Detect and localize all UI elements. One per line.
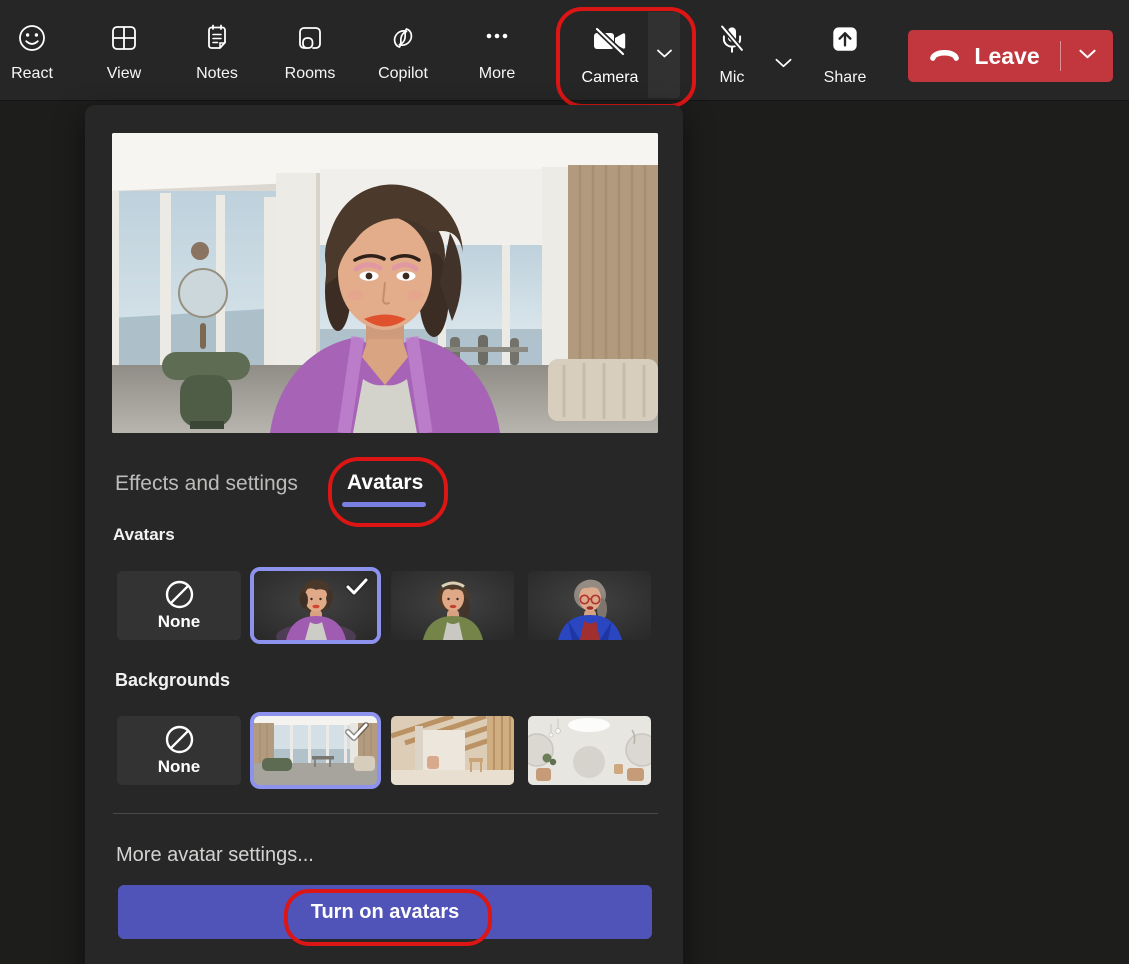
none-label: None xyxy=(157,612,201,631)
avatars-section-title: Avatars xyxy=(113,525,175,544)
notes-button[interactable]: Notes xyxy=(187,22,247,98)
tab-avatars[interactable]: Avatars xyxy=(347,471,423,495)
react-button[interactable]: React xyxy=(2,22,62,98)
react-smiley-icon xyxy=(16,22,48,59)
none-circle-slash-icon xyxy=(164,579,195,610)
rooms-label: Rooms xyxy=(284,65,336,82)
chevron-down-icon xyxy=(774,56,793,73)
hang-up-phone-icon xyxy=(928,43,961,70)
camera-dropdown-button[interactable] xyxy=(648,12,680,98)
turn-on-avatars-label: Turn on avatars xyxy=(310,900,460,923)
mic-label: Mic xyxy=(719,69,745,86)
view-label: View xyxy=(106,65,142,82)
more-label: More xyxy=(478,65,516,82)
share-arrow-up-icon xyxy=(827,22,863,63)
checkmark-icon xyxy=(344,721,370,747)
turn-on-avatars-button[interactable]: Turn on avatars xyxy=(118,885,652,939)
mic-muted-icon xyxy=(714,22,750,63)
background-option-selected[interactable] xyxy=(250,712,381,789)
avatar-video-preview xyxy=(112,133,658,433)
checkmark-icon xyxy=(344,576,370,602)
avatar-option-green[interactable] xyxy=(391,571,514,640)
rooms-button[interactable]: Rooms xyxy=(278,22,342,98)
copilot-icon xyxy=(387,22,419,59)
mic-button[interactable]: Mic xyxy=(704,22,760,98)
active-tab-underline xyxy=(342,502,426,507)
view-button[interactable]: View xyxy=(94,22,154,98)
leave-label: Leave xyxy=(974,42,1040,69)
avatar-option-blue[interactable] xyxy=(528,571,651,640)
none-circle-slash-icon xyxy=(164,724,195,755)
grid-view-icon xyxy=(108,22,140,59)
more-avatar-settings-link[interactable]: More avatar settings... xyxy=(116,844,314,867)
more-button[interactable]: More xyxy=(465,22,529,98)
ellipsis-icon xyxy=(481,22,513,59)
share-label: Share xyxy=(823,69,867,86)
backgrounds-section-title: Backgrounds xyxy=(115,670,231,690)
meeting-toolbar: React View Notes Rooms Copilot More Came… xyxy=(0,0,1129,108)
camera-split-button: Camera xyxy=(572,12,680,98)
camera-button[interactable]: Camera xyxy=(572,12,648,98)
panel-divider xyxy=(113,813,658,814)
leave-split-button: Leave xyxy=(908,30,1113,82)
chevron-down-icon xyxy=(1078,47,1097,65)
background-option-none[interactable]: None xyxy=(117,716,241,785)
notepad-icon xyxy=(201,22,233,59)
leave-button[interactable]: Leave xyxy=(908,30,1060,82)
camera-settings-panel: Effects and settings Avatars Avatars Non… xyxy=(85,105,683,964)
copilot-label: Copilot xyxy=(378,65,428,82)
share-button[interactable]: Share xyxy=(816,22,874,98)
teams-meeting-window: React View Notes Rooms Copilot More Came… xyxy=(0,0,1129,964)
notes-label: Notes xyxy=(196,65,238,82)
react-label: React xyxy=(11,65,53,82)
camera-off-icon xyxy=(590,23,630,64)
background-option-wood-room[interactable] xyxy=(391,716,514,785)
background-option-white-hall[interactable] xyxy=(528,716,651,785)
copilot-button[interactable]: Copilot xyxy=(371,22,435,98)
avatar-option-selected[interactable] xyxy=(250,567,381,644)
avatar-option-none[interactable]: None xyxy=(117,571,241,640)
tab-effects-and-settings[interactable]: Effects and settings xyxy=(115,472,298,496)
leave-dropdown-button[interactable] xyxy=(1061,30,1113,82)
mic-dropdown-button[interactable] xyxy=(774,56,793,74)
chevron-down-icon xyxy=(656,46,673,64)
toolbar-separator xyxy=(557,28,559,78)
camera-label: Camera xyxy=(581,69,639,86)
breakout-rooms-icon xyxy=(294,22,326,59)
none-label: None xyxy=(157,757,201,776)
